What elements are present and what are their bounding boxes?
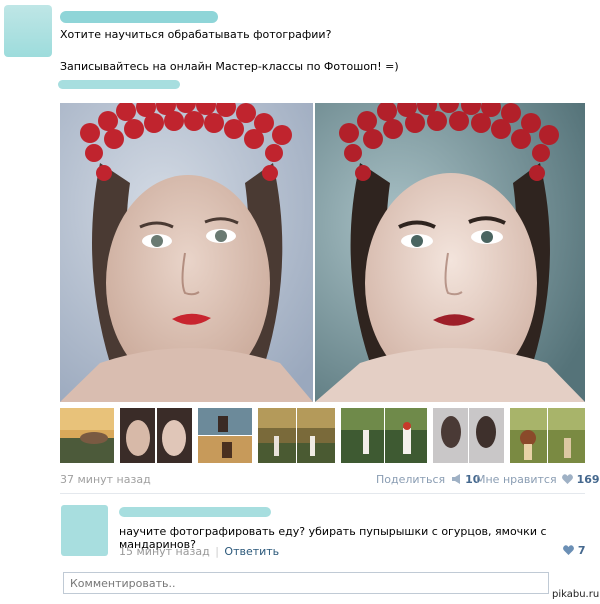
comment-like-count: 7 bbox=[577, 544, 586, 557]
like-count: 169 bbox=[576, 473, 600, 486]
commenter-name-redacted[interactable] bbox=[119, 507, 271, 517]
post-timestamp[interactable]: 37 минут назад bbox=[60, 473, 151, 486]
thumbnail-1[interactable] bbox=[60, 408, 114, 463]
like-button[interactable]: Мне нравится 169 bbox=[476, 473, 600, 486]
comment-meta: 15 минут назад | Ответить bbox=[119, 545, 279, 558]
share-button[interactable]: Поделиться 10 bbox=[376, 473, 480, 486]
thumbnail-6[interactable] bbox=[433, 408, 504, 463]
comment-input-placeholder: Комментировать.. bbox=[70, 577, 176, 590]
reply-link[interactable]: Ответить bbox=[224, 545, 279, 558]
thumbnail-7[interactable] bbox=[510, 408, 585, 463]
comment-like-button[interactable]: 7 bbox=[563, 544, 586, 557]
commenter-avatar[interactable] bbox=[61, 505, 108, 556]
thumbnail-3[interactable] bbox=[198, 408, 252, 463]
watermark: pikabu.ru bbox=[552, 589, 600, 600]
heart-icon bbox=[563, 545, 574, 555]
thumbnail-5[interactable] bbox=[341, 408, 427, 463]
comment-timestamp[interactable]: 15 минут назад bbox=[119, 545, 210, 558]
author-name-redacted[interactable] bbox=[60, 11, 218, 23]
thumbnail-4[interactable] bbox=[258, 408, 335, 463]
thumbnail-2[interactable] bbox=[120, 408, 192, 463]
megaphone-icon bbox=[451, 474, 460, 484]
divider bbox=[60, 493, 585, 494]
post-text-line2: Записывайтесь на онлайн Мастер-классы по… bbox=[60, 60, 399, 73]
share-label: Поделиться bbox=[376, 473, 446, 486]
post-link-redacted[interactable] bbox=[58, 80, 180, 89]
post-text-line1: Хотите научиться обрабатывать фотографии… bbox=[60, 28, 332, 41]
like-label: Мне нравится bbox=[476, 473, 557, 486]
heart-icon bbox=[562, 474, 574, 484]
photo-after[interactable] bbox=[315, 103, 585, 402]
author-avatar[interactable] bbox=[4, 5, 52, 57]
comment-meta-separator: | bbox=[215, 545, 219, 558]
photo-before[interactable] bbox=[60, 103, 313, 402]
